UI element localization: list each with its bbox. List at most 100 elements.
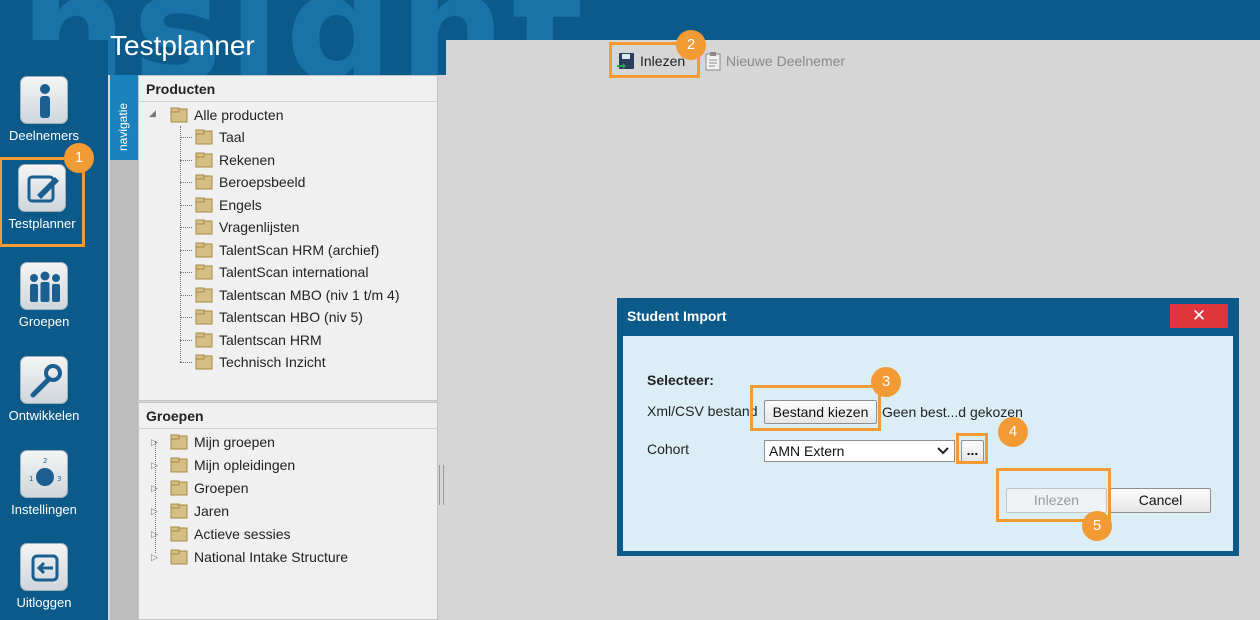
producten-panel: Producten ◢ Alle producten Taal Rekenen Be…: [138, 75, 438, 401]
groepen-title: Groepen: [139, 403, 437, 429]
expand-triangle-icon[interactable]: ▷: [151, 552, 158, 563]
tree-item-product[interactable]: TalentScan international: [195, 261, 368, 283]
tree-label: Vragenlijsten: [219, 219, 300, 235]
folder-icon: [170, 457, 188, 473]
tree-item-product[interactable]: Technisch Inzicht: [195, 351, 326, 373]
tree-label: Talentscan HRM: [219, 331, 322, 348]
chevron-down-icon: [937, 447, 949, 455]
sidebar-item-label: Uitloggen: [16, 595, 72, 610]
tree-item-product[interactable]: Beroepsbeeld: [195, 171, 305, 193]
tree-item-group[interactable]: Actieve sessies: [170, 523, 290, 545]
callout-badge-1: 1: [64, 143, 94, 173]
dialog-body: Selecteer: Xml/CSV bestand Bestand kieze…: [623, 336, 1233, 551]
tree-label: Beroepsbeeld: [219, 174, 306, 190]
tree-item-product[interactable]: Talentscan HBO (niv 5): [195, 306, 363, 328]
cohort-selected-value: AMN Extern: [769, 443, 845, 459]
callout-highlight-more-options: [956, 433, 988, 464]
folder-icon: [195, 129, 213, 145]
tree-item-product[interactable]: Rekenen: [195, 149, 275, 171]
dial-icon: 2 1 3: [20, 450, 68, 498]
tree-label: National Intake Structure: [194, 549, 349, 565]
tree-item-product[interactable]: TalentScan HRM (archief): [195, 239, 379, 261]
tree-item-product[interactable]: Talentscan MBO (niv 1 t/m 4): [195, 284, 400, 306]
folder-icon: [170, 503, 188, 519]
page-title: Testplanner: [110, 30, 255, 61]
sidebar: Deelnemers Testplanner Groepen Ontwikkel…: [0, 40, 108, 620]
tree-item-group[interactable]: National Intake Structure: [170, 546, 348, 568]
sidebar-item-uitloggen[interactable]: Uitloggen: [0, 543, 88, 620]
groepen-panel: Groepen ▷ Mijn groepen ▷ Mijn opleidingen ▷ G…: [138, 402, 438, 620]
callout-badge-2: 2: [676, 30, 706, 60]
folder-icon: [195, 264, 213, 280]
tree-item-group[interactable]: Mijn opleidingen: [170, 454, 295, 476]
tree-label: Mijn opleidingen: [194, 457, 296, 473]
close-icon: ✕: [1191, 306, 1207, 325]
wrench-icon: [20, 356, 68, 404]
select-label: Selecteer:: [647, 372, 714, 388]
tree-item-product[interactable]: Engels: [195, 194, 262, 216]
folder-icon: [170, 480, 188, 496]
svg-text:2: 2: [43, 457, 47, 465]
tree-item-group[interactable]: Mijn groepen: [170, 431, 275, 453]
tree-label: Groepen: [194, 480, 249, 496]
close-button[interactable]: ✕: [1170, 304, 1228, 328]
tree-label: Jaren: [194, 503, 230, 519]
selected-file-text: Geen best...d gekozen: [882, 404, 1023, 420]
cohort-select[interactable]: AMN Extern: [764, 440, 955, 462]
expand-triangle-icon[interactable]: ▷: [151, 506, 158, 517]
dialog-title: Student Import: [627, 308, 727, 324]
nieuwe-deelnemer-button[interactable]: Nieuwe Deelnemer: [704, 48, 845, 74]
file-label: Xml/CSV bestand: [647, 403, 758, 419]
sidebar-item-ontwikkelen[interactable]: Ontwikkelen: [0, 356, 88, 446]
tree-label: Mijn groepen: [194, 434, 275, 450]
expand-triangle-icon[interactable]: ▷: [151, 437, 158, 448]
notepad-pencil-icon: [18, 164, 66, 212]
folder-icon: [195, 332, 213, 348]
producten-title: Producten: [139, 76, 437, 102]
expand-triangle-icon[interactable]: ▷: [151, 483, 158, 494]
navigation-tab-label: navigatie: [116, 102, 130, 151]
svg-text:1: 1: [29, 475, 33, 483]
cancel-button[interactable]: Cancel: [1110, 488, 1211, 513]
person-icon: [20, 76, 68, 124]
sidebar-item-label: Groepen: [18, 314, 70, 329]
folder-icon: [195, 309, 213, 325]
navigation-tab[interactable]: navigatie: [110, 75, 138, 160]
tree-item-alle-producten[interactable]: Alle producten: [170, 104, 284, 126]
svg-text:3: 3: [57, 475, 61, 483]
sidebar-item-label: Deelnemers: [8, 128, 80, 143]
tree-item-group[interactable]: Jaren: [170, 500, 229, 522]
sidebar-item-label: Testplanner: [8, 216, 76, 231]
tree-label: Engels: [219, 196, 262, 213]
sidebar-item-testplanner[interactable]: Testplanner: [0, 157, 85, 247]
tree-label: Technisch Inzicht: [219, 354, 326, 370]
expand-triangle-icon[interactable]: ▷: [151, 529, 158, 540]
callout-badge-5: 5: [1082, 511, 1112, 541]
tree-item-product[interactable]: Taal: [195, 126, 245, 148]
expand-triangle-icon[interactable]: ◢: [149, 108, 156, 119]
cohort-label: Cohort: [647, 441, 690, 457]
toolbar: Inlezen Nieuwe Deelnemer: [446, 40, 1260, 75]
tree-label: TalentScan international: [219, 264, 369, 280]
folder-icon: [170, 549, 188, 565]
folder-icon: [195, 219, 213, 235]
folder-icon: [195, 174, 213, 190]
logout-arrow-icon: [20, 543, 68, 591]
folder-icon: [170, 107, 188, 123]
expand-triangle-icon[interactable]: ▷: [151, 460, 158, 471]
tree-label: Actieve sessies: [194, 526, 291, 542]
panel-splitter[interactable]: [439, 465, 444, 505]
folder-icon: [195, 152, 213, 168]
tree-label: Taal: [219, 129, 245, 145]
tree-label: TalentScan HRM (archief): [219, 241, 380, 258]
tree-item-product[interactable]: Talentscan HRM: [195, 329, 322, 351]
tree-label: Talentscan MBO (niv 1 t/m 4): [219, 286, 400, 303]
folder-icon: [195, 197, 213, 213]
sidebar-item-instellingen[interactable]: 2 1 3 Instellingen: [0, 450, 88, 540]
folder-icon: [195, 354, 213, 370]
navigation-strip: [110, 160, 138, 620]
tree-label: Rekenen: [219, 151, 276, 168]
tree-item-product[interactable]: Vragenlijsten: [195, 216, 299, 238]
sidebar-item-groepen[interactable]: Groepen: [0, 262, 88, 352]
tree-item-group[interactable]: Groepen: [170, 477, 248, 499]
